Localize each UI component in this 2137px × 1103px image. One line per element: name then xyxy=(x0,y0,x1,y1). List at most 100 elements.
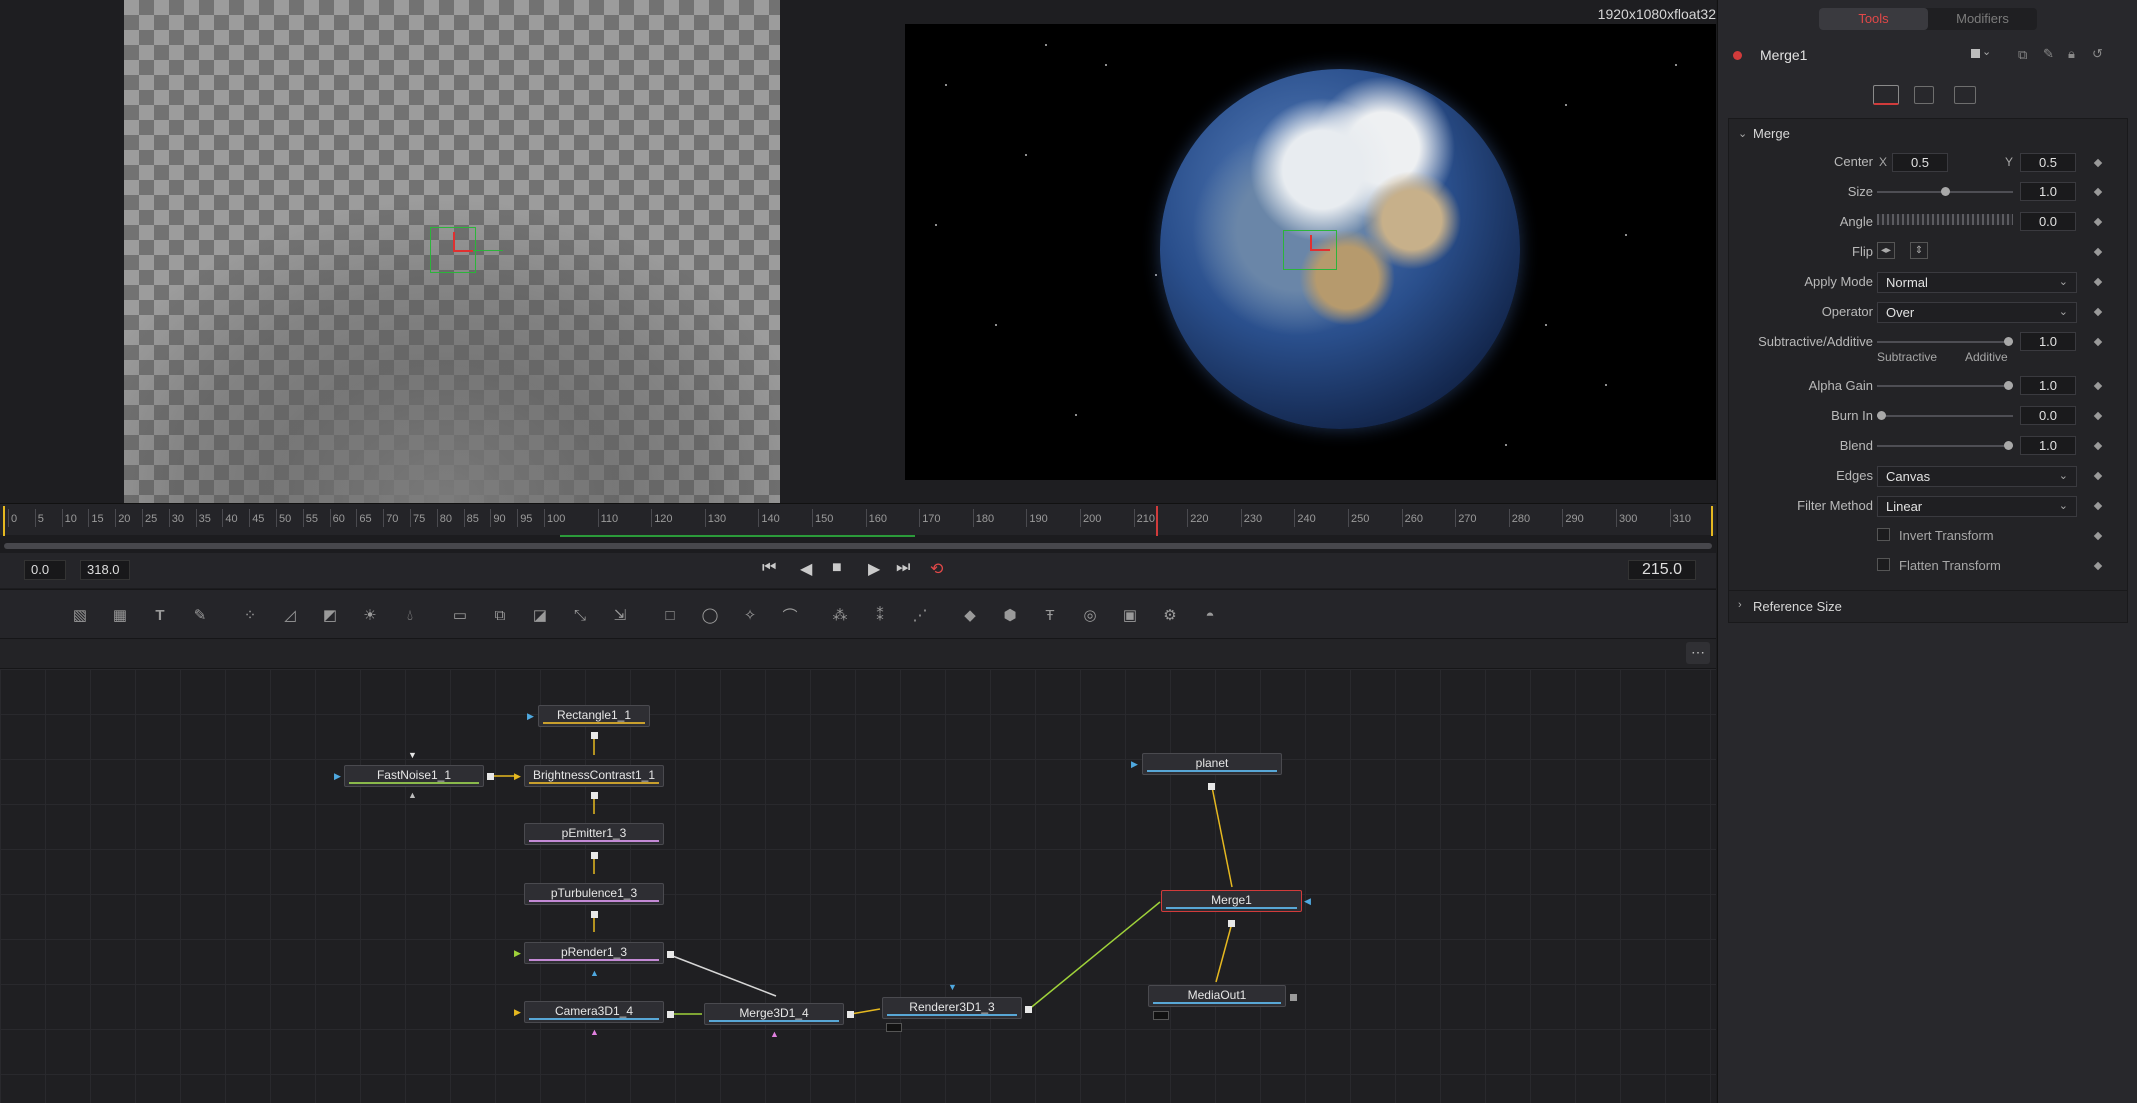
tab-tools[interactable]: Tools xyxy=(1819,8,1928,30)
transform-tool-icon[interactable]: ⇲ xyxy=(608,603,632,627)
node-settings-tab-icon[interactable] xyxy=(1954,86,1976,104)
tab-modifiers[interactable]: Modifiers xyxy=(1928,8,2037,30)
view-indicator-icon[interactable] xyxy=(1153,1011,1169,1020)
play-icon[interactable]: ▶ xyxy=(868,559,880,579)
section-title[interactable]: Merge xyxy=(1753,126,1790,141)
filter-method-dropdown[interactable]: Linear ⌄ xyxy=(1877,496,2077,517)
subtractive-additive-slider[interactable] xyxy=(1877,341,2013,343)
input-arrow-icon[interactable]: ▶ xyxy=(514,1007,521,1018)
node-planet[interactable]: planet xyxy=(1142,753,1282,775)
center-x-input[interactable]: 0.5 xyxy=(1892,153,1948,172)
blur-tool-icon[interactable]: 💧︎ xyxy=(398,603,422,627)
left-viewer-canvas[interactable] xyxy=(124,0,780,503)
node-graph[interactable]: Rectangle1_1 FastNoise1_1 BrightnessCont… xyxy=(0,669,1716,1103)
keyframe-icon[interactable] xyxy=(2093,381,2103,391)
subtractive-additive-input[interactable]: 1.0 xyxy=(2020,332,2076,351)
global-start-input[interactable]: 0.0 xyxy=(24,560,66,580)
output-port[interactable] xyxy=(1208,783,1215,790)
merge-tool-icon[interactable]: ⧉ xyxy=(488,603,512,627)
keyframe-icon[interactable] xyxy=(2093,501,2103,511)
apply-mode-dropdown[interactable]: Normal ⌄ xyxy=(1877,272,2077,293)
input-arrow-icon[interactable]: ▲ xyxy=(770,1029,779,1039)
pin-icon[interactable]: ✎ xyxy=(2043,46,2054,62)
keyframe-icon[interactable] xyxy=(2093,561,2103,571)
output-port[interactable] xyxy=(1228,920,1235,927)
lock-icon[interactable]: 🔒︎ xyxy=(2068,46,2075,62)
merge3d-tool-icon[interactable]: ⬢ xyxy=(998,603,1022,627)
output-port[interactable] xyxy=(847,1011,854,1018)
output-port[interactable] xyxy=(1025,1006,1032,1013)
imageplane3d-tool-icon[interactable]: ▣ xyxy=(1118,603,1142,627)
ellipse-mask-icon[interactable]: ◯ xyxy=(698,603,722,627)
pemitter-tool-icon[interactable]: ⁂ xyxy=(828,603,852,627)
input-arrow-icon[interactable]: ▼ xyxy=(948,982,957,992)
keyframe-icon[interactable] xyxy=(2093,471,2103,481)
edges-dropdown[interactable]: Canvas ⌄ xyxy=(1877,466,2077,487)
section-chevron-icon[interactable]: ⌄ xyxy=(1738,127,1747,140)
current-time-input[interactable]: 215.0 xyxy=(1628,560,1696,580)
chevron-down-icon[interactable]: ⌄ xyxy=(1982,45,1991,58)
node-mediaout[interactable]: MediaOut1 xyxy=(1148,985,1286,1007)
blend-knob[interactable] xyxy=(2004,441,2013,450)
output-port[interactable] xyxy=(591,852,598,859)
flatten-transform-checkbox[interactable] xyxy=(1877,558,1890,571)
time-ruler[interactable]: 0 5 10 15 20 25 30 35 40 45 50 55 60 65 70 75 80 85 90 95 10… xyxy=(0,503,1716,537)
blend-slider[interactable] xyxy=(1877,445,2013,447)
rectangle-mask-icon[interactable]: □ xyxy=(658,603,682,627)
spotlight-tool-icon[interactable]: ◓ xyxy=(1198,603,1222,627)
operator-dropdown[interactable]: Over ⌄ xyxy=(1877,302,2077,323)
input-arrow-icon[interactable]: ▼ xyxy=(408,750,417,760)
color-corrector-icon[interactable]: ◩ xyxy=(318,603,342,627)
node-fastnoise[interactable]: FastNoise1_1 xyxy=(344,765,484,787)
blend-input[interactable]: 1.0 xyxy=(2020,436,2076,455)
loop-icon[interactable]: ⟲ xyxy=(930,559,943,579)
color-swatch-icon[interactable] xyxy=(1971,49,1980,58)
alpha-gain-input[interactable]: 1.0 xyxy=(2020,376,2076,395)
go-to-start-icon[interactable]: ⏮ xyxy=(762,559,776,577)
background-tool-icon[interactable]: ▧ xyxy=(68,603,92,627)
keyframe-icon[interactable] xyxy=(2093,441,2103,451)
keyframe-icon[interactable] xyxy=(2093,158,2103,168)
node-pturbulence[interactable]: pTurbulence1_3 xyxy=(524,883,664,905)
flip-vertical-icon[interactable]: ⇕ xyxy=(1910,242,1928,259)
reference-size-section[interactable]: › Reference Size xyxy=(1728,590,2128,623)
node-brightness-contrast[interactable]: BrightnessContrast1_1 xyxy=(524,765,664,787)
prender-tool-icon[interactable]: ⁑ xyxy=(868,603,892,627)
input-arrow-icon[interactable]: ▲ xyxy=(590,1027,599,1037)
input-arrow-icon[interactable]: ▶ xyxy=(334,771,341,782)
text3d-tool-icon[interactable]: Ŧ xyxy=(1038,603,1062,627)
step-back-icon[interactable]: ◀ xyxy=(800,559,812,579)
node-merge1[interactable]: Merge1 xyxy=(1161,890,1302,912)
input-arrow-icon[interactable]: ▲ xyxy=(408,790,417,800)
invert-transform-checkbox[interactable] xyxy=(1877,528,1890,541)
burn-in-slider[interactable] xyxy=(1877,415,2013,417)
text-tool-icon[interactable]: T xyxy=(148,603,172,627)
timeline-scrollbar[interactable] xyxy=(4,543,1712,549)
input-arrow-icon[interactable]: ▶ xyxy=(527,711,534,722)
bspline-mask-icon[interactable]: ⌒ xyxy=(778,603,802,627)
node-renderer3d[interactable]: Renderer3D1_3 xyxy=(882,997,1022,1019)
particles-tool-icon[interactable]: ⁘ xyxy=(238,603,262,627)
channel-booleans-icon[interactable]: ◪ xyxy=(528,603,552,627)
keyframe-icon[interactable] xyxy=(2093,337,2103,347)
flip-horizontal-icon[interactable]: ◂▸ xyxy=(1877,242,1895,259)
burn-in-knob[interactable] xyxy=(1877,411,1886,420)
node-merge3d[interactable]: Merge3D1_4 xyxy=(704,1003,844,1025)
alpha-gain-slider[interactable] xyxy=(1877,385,2013,387)
angle-thumbwheel[interactable] xyxy=(1877,214,2013,225)
angle-input[interactable]: 0.0 xyxy=(2020,212,2076,231)
go-to-end-icon[interactable]: ⏭ xyxy=(896,559,910,577)
versions-icon[interactable]: ⧉ xyxy=(2018,47,2027,63)
output-port[interactable] xyxy=(667,951,674,958)
transform-widget[interactable] xyxy=(430,227,503,273)
more-options-icon[interactable]: ⋯ xyxy=(1686,642,1710,664)
camera3d-tool-icon[interactable]: ◎ xyxy=(1078,603,1102,627)
output-port[interactable] xyxy=(591,911,598,918)
settings-tab-icon[interactable] xyxy=(1914,86,1934,104)
alpha-gain-knob[interactable] xyxy=(2004,381,2013,390)
stop-icon[interactable]: ■ xyxy=(832,559,842,577)
polygon-mask-icon[interactable]: ✧ xyxy=(738,603,762,627)
keyframe-icon[interactable] xyxy=(2093,277,2103,287)
global-end-input[interactable]: 318.0 xyxy=(80,560,130,580)
image-tool-icon[interactable]: ▦ xyxy=(108,603,132,627)
